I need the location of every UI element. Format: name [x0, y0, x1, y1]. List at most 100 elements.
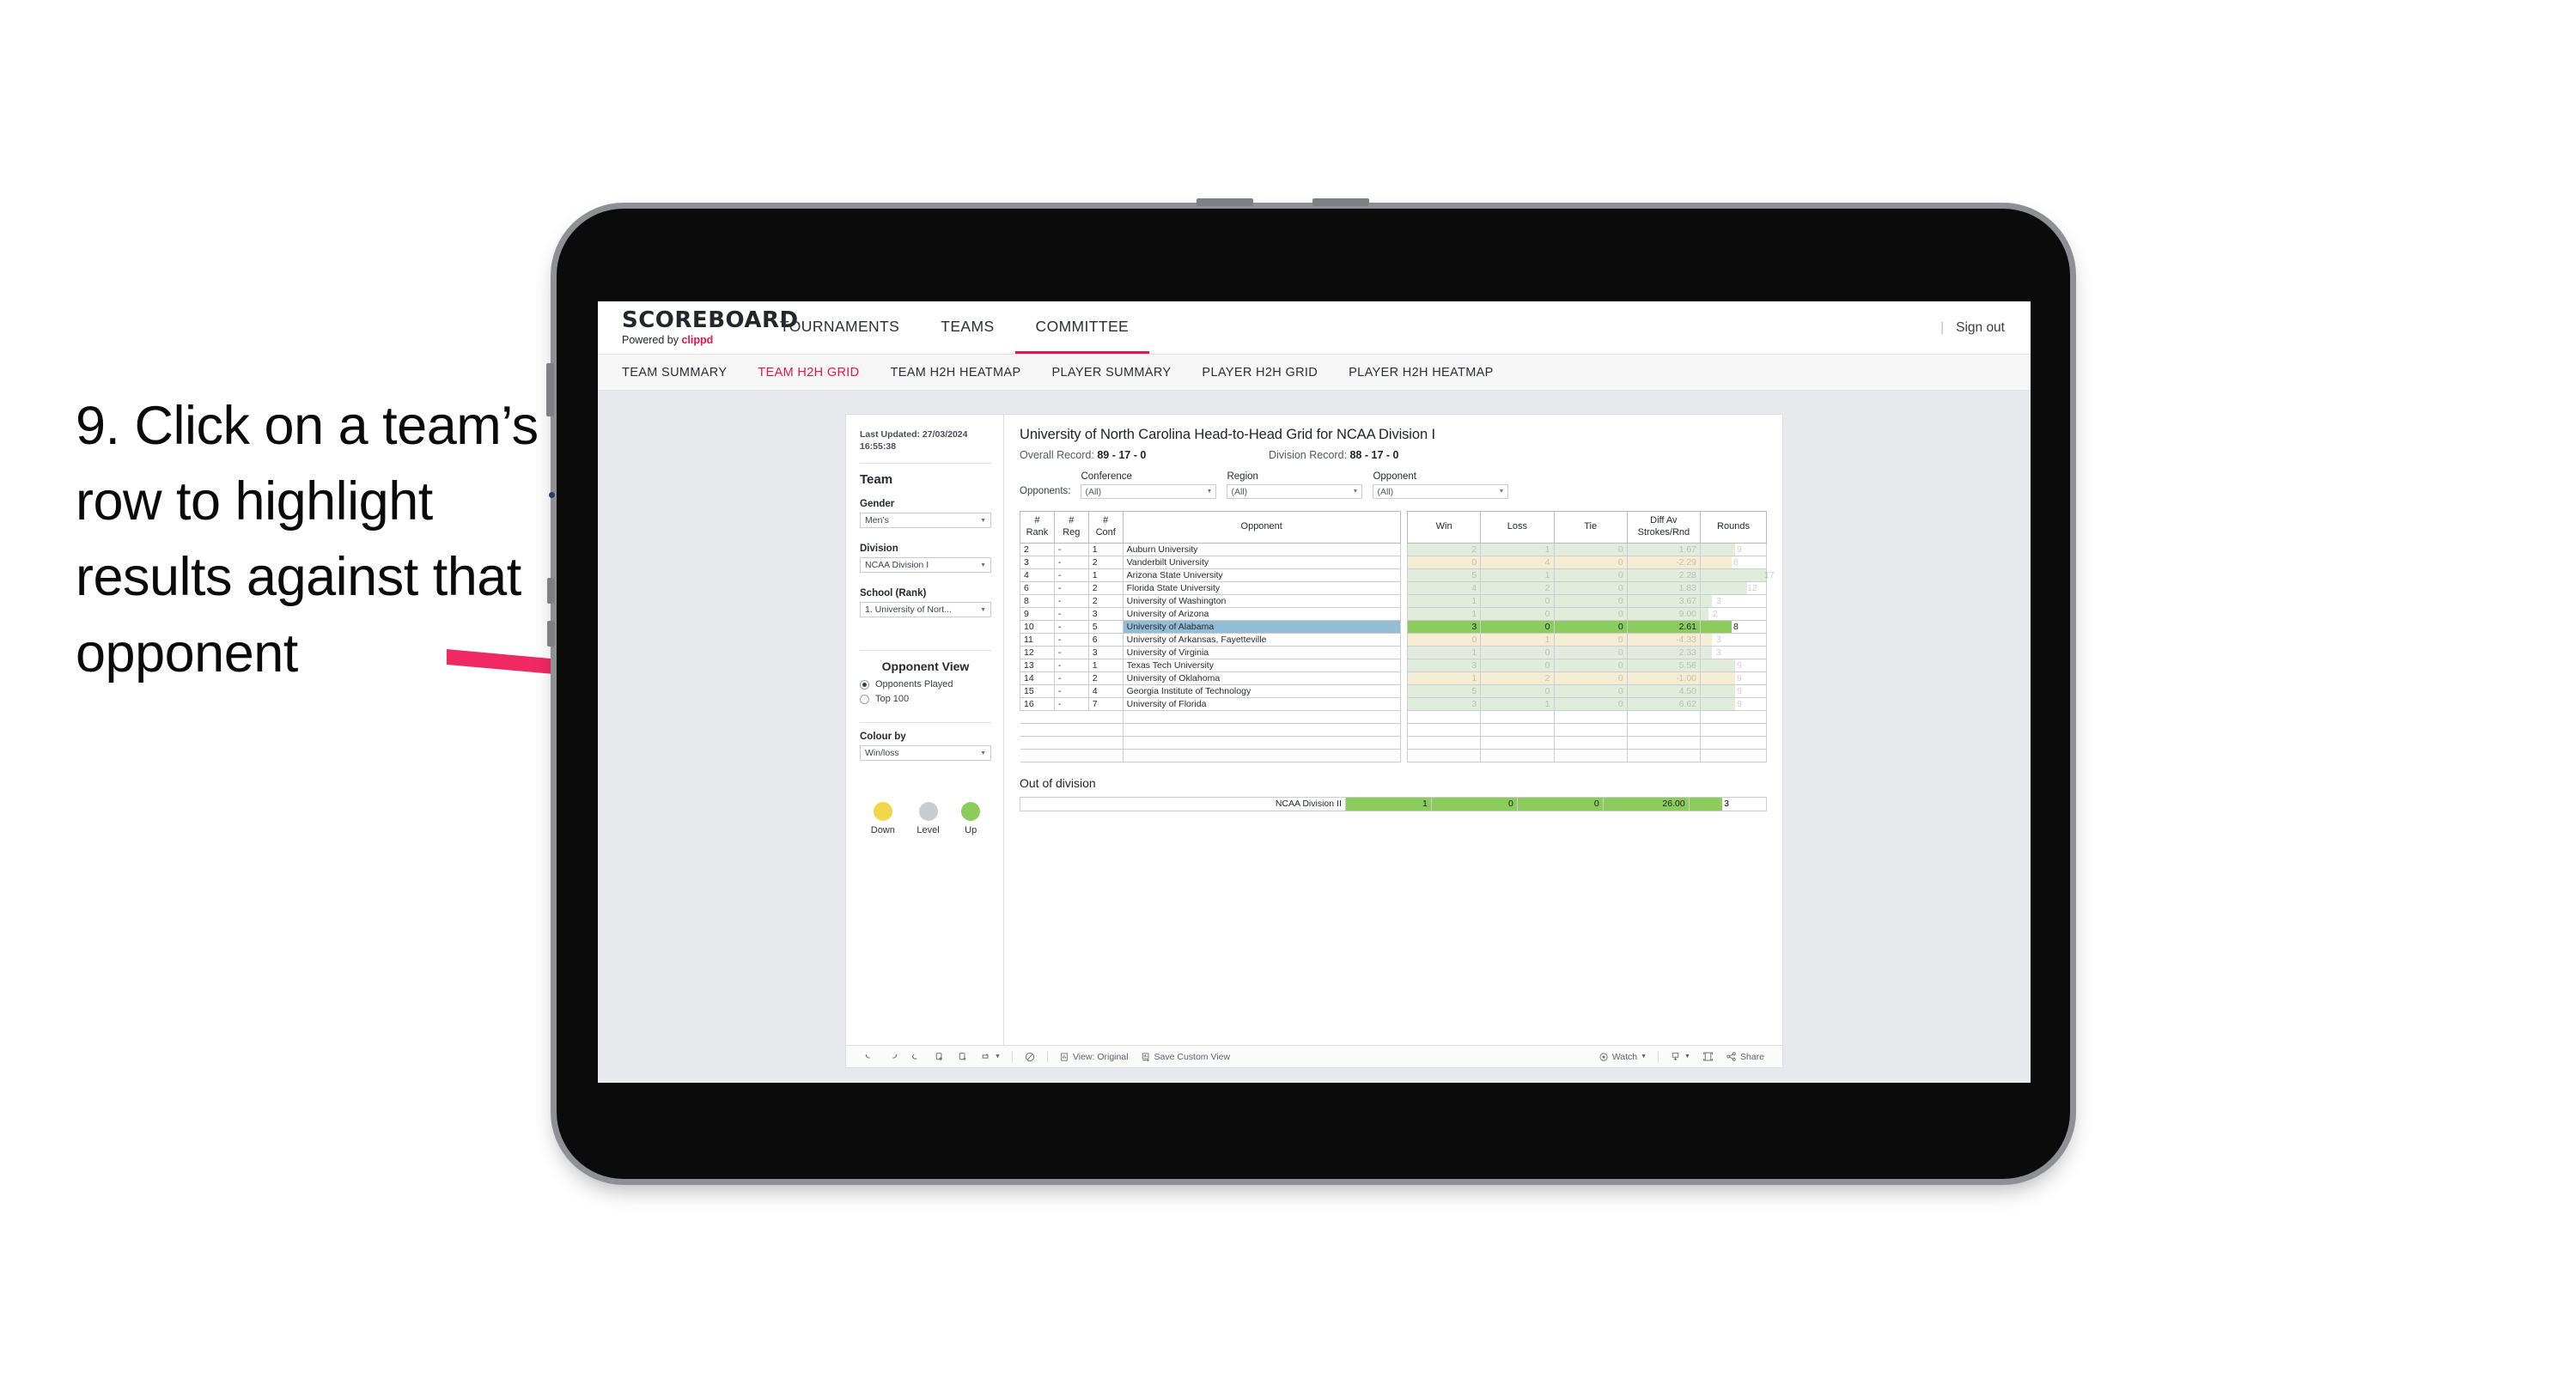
th-diff-l2: Strokes/Rnd — [1637, 526, 1690, 538]
table-row[interactable]: 2-1 Auburn University 2 1 0 1.67 9 — [1020, 542, 1767, 556]
cell-diff: -4.33 — [1626, 632, 1702, 647]
pause-button[interactable] — [1018, 1051, 1042, 1063]
cell-loss: 2 — [1480, 671, 1555, 685]
school-rank-select[interactable]: 1. University of Nort... ▼ — [860, 602, 991, 618]
th-loss[interactable]: Loss — [1480, 511, 1555, 544]
cell-rank: 14 — [1020, 671, 1055, 685]
out-of-division-body: NCAA Division II 1 0 0 26.00 3 — [1020, 796, 1768, 811]
tab-player-summary[interactable]: PLAYER SUMMARY — [1051, 366, 1171, 380]
table-row[interactable]: 10-5 University of Alabama 3 0 0 2.61 8 — [1020, 619, 1767, 634]
table-row[interactable]: 11-6 University of Arkansas, Fayetteville… — [1020, 632, 1767, 647]
th-reg-l1: # — [1069, 515, 1075, 525]
tab-player-h2h-heatmap[interactable]: PLAYER H2H HEATMAP — [1349, 366, 1494, 380]
colour-by-select[interactable]: Win/loss ▼ — [860, 745, 991, 762]
cell-tie: 0 — [1553, 632, 1628, 647]
radio-top-100[interactable]: Top 100 — [860, 694, 991, 704]
cell-conf: 6 — [1087, 632, 1124, 647]
sub-navigation-bar: TEAM SUMMARY TEAM H2H GRID TEAM H2H HEAT… — [598, 355, 2031, 391]
cell-diff: 1.67 — [1626, 542, 1702, 556]
radio-opponents-played[interactable]: Opponents Played — [860, 679, 991, 689]
table-row[interactable]: 14-2 University of Oklahoma 1 2 0 -1.00 9 — [1020, 671, 1767, 685]
th-rounds[interactable]: Rounds — [1700, 511, 1767, 544]
cell-opponent: University of Arkansas, Fayetteville — [1122, 632, 1401, 647]
th-reg[interactable]: # Reg — [1053, 511, 1089, 544]
undo-button[interactable] — [858, 1051, 881, 1062]
division-record-value: 88 - 17 - 0 — [1349, 449, 1399, 461]
tablet-screen: SCOREBOARD Powered by clippd TOURNAMENTS… — [598, 301, 2031, 1083]
conference-select[interactable]: (All) ▼ — [1081, 484, 1217, 499]
revert-button[interactable] — [904, 1051, 928, 1062]
share-button[interactable]: Share — [1720, 1051, 1770, 1062]
redo-button[interactable] — [881, 1051, 904, 1062]
cell-empty — [1406, 736, 1482, 750]
th-rank[interactable]: # Rank — [1020, 511, 1055, 544]
cell-empty — [1400, 710, 1408, 723]
download-button[interactable]: ▼ — [1664, 1051, 1696, 1062]
side-connector-2 — [547, 621, 555, 647]
th-win[interactable]: Win — [1406, 511, 1482, 544]
cell-empty — [1406, 723, 1482, 737]
cell-spacer — [1400, 646, 1408, 659]
cell-win: 0 — [1406, 555, 1482, 569]
table-row[interactable]: 8-2 University of Washington 1 0 0 3.67 3 — [1020, 593, 1767, 608]
table-row[interactable]: 12-3 University of Virginia 1 0 0 2.33 3 — [1020, 645, 1767, 659]
cell-win: 5 — [1406, 568, 1482, 582]
cell-tie: 0 — [1553, 542, 1628, 556]
view-original-button[interactable]: View: Original — [1053, 1052, 1135, 1062]
tab-player-h2h-grid[interactable]: PLAYER H2H GRID — [1202, 366, 1318, 380]
cell-opponent: Arizona State University — [1122, 568, 1401, 582]
nav-item-teams[interactable]: TEAMS — [920, 301, 1014, 354]
nav-item-committee[interactable]: COMMITTEE — [1014, 301, 1150, 354]
gender-select[interactable]: Men’s ▼ — [860, 513, 991, 529]
table-row[interactable]: 13-1 Texas Tech University 3 0 0 5.56 9 — [1020, 658, 1767, 672]
fullscreen-button[interactable] — [1696, 1051, 1720, 1062]
cell-empty — [1088, 736, 1124, 750]
cell-conf: 5 — [1087, 619, 1124, 634]
th-diff-l1: Diff Av — [1650, 515, 1678, 525]
records-row: Overall Record: 89 - 17 - 0 Division Rec… — [1020, 449, 1767, 461]
th-opponent[interactable]: Opponent — [1122, 511, 1401, 544]
table-row[interactable]: 9-3 University of Arizona 1 0 0 9.00 2 — [1020, 606, 1767, 621]
cell-empty — [1122, 736, 1401, 750]
cell-spacer — [1400, 633, 1408, 646]
cell-opponent: University of Washington — [1122, 593, 1401, 608]
rounds-bar — [1701, 646, 1713, 659]
signout-link[interactable]: Sign out — [1956, 320, 2005, 336]
cell-rank: 4 — [1020, 568, 1055, 582]
tab-team-h2h-grid[interactable]: TEAM H2H GRID — [758, 366, 859, 380]
nav-item-tournaments[interactable]: TOURNAMENTS — [759, 301, 920, 354]
rounds-value: 12 — [1747, 582, 1757, 593]
th-diff[interactable]: Diff Av Strokes/Rnd — [1626, 511, 1702, 544]
table-row[interactable]: 15-4 Georgia Institute of Technology 5 0 0 4.… — [1020, 683, 1767, 698]
table-row[interactable]: 3-2 Vanderbilt University 0 4 0 -2.29 8 — [1020, 555, 1767, 569]
pause-auto-update-button[interactable] — [951, 1051, 974, 1062]
tab-team-summary[interactable]: TEAM SUMMARY — [622, 366, 727, 380]
cell-empty — [1122, 749, 1401, 762]
watch-button[interactable]: Watch ▼ — [1592, 1052, 1653, 1062]
refresh-data-button[interactable] — [928, 1051, 951, 1062]
cell-win: 1 — [1406, 645, 1482, 659]
table-row[interactable]: 16-7 University of Florida 3 1 0 6.62 9 — [1020, 696, 1767, 711]
cell-empty — [1626, 749, 1702, 762]
opponent-select[interactable]: (All) ▼ — [1373, 484, 1509, 499]
rounds-bar — [1701, 671, 1736, 684]
cell-diff: 5.56 — [1626, 658, 1702, 672]
tab-team-h2h-heatmap[interactable]: TEAM H2H HEATMAP — [891, 366, 1021, 380]
table-row[interactable]: 6-2 Florida State University 4 2 0 1.83 12 — [1020, 580, 1767, 595]
division-select[interactable]: NCAA Division I ▼ — [860, 557, 991, 574]
save-custom-view-button[interactable]: Save Custom View — [1135, 1052, 1237, 1062]
refresh-button[interactable]: ▼ — [974, 1051, 1007, 1062]
table-row[interactable]: 4-1 Arizona State University 5 1 0 2.28 17 — [1020, 568, 1775, 582]
out-of-division-row[interactable]: NCAA Division II 1 0 0 26.00 3 — [1020, 796, 1768, 811]
region-select[interactable]: (All) ▼ — [1227, 484, 1363, 499]
rounds-value: 2 — [1713, 608, 1718, 619]
chevron-down-icon: ▼ — [1498, 489, 1505, 495]
cell-tie: 0 — [1553, 580, 1628, 595]
th-conf[interactable]: # Conf — [1087, 511, 1124, 544]
cell-rank: 8 — [1020, 593, 1055, 608]
cell-empty — [1553, 749, 1628, 762]
rounds-bar — [1701, 568, 1766, 581]
th-tie[interactable]: Tie — [1553, 511, 1628, 544]
cell-loss: 0 — [1480, 658, 1555, 672]
cell-empty — [1400, 749, 1408, 762]
